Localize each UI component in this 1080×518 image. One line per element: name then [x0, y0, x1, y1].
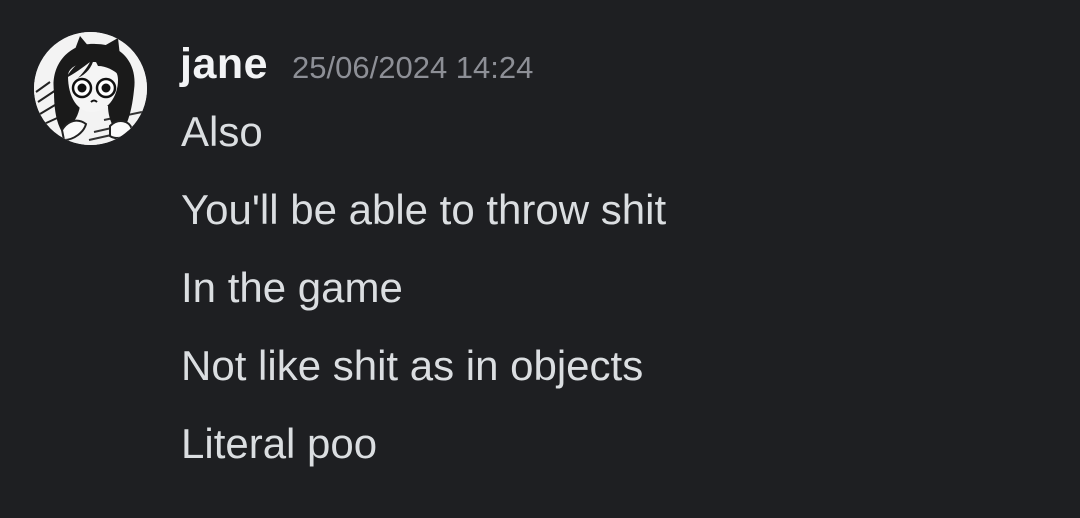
message-line: Literal poo [181, 420, 378, 467]
username[interactable]: jane [180, 40, 268, 89]
message-line: Also [181, 108, 263, 155]
avatar[interactable] [34, 32, 147, 145]
message-line: Not like shit as in objects [181, 342, 644, 389]
message-line: You'll be able to throw shit [181, 186, 667, 233]
message-header: jane 25/06/2024 14:24 [180, 40, 533, 89]
message-content: Also You'll be able to throw shit In the… [181, 106, 666, 496]
timestamp: 25/06/2024 14:24 [292, 50, 534, 85]
message-line: In the game [181, 264, 403, 311]
chat-view: jane 25/06/2024 14:24 Also You'll be abl… [0, 0, 1080, 518]
avatar-cat-girl-icon [34, 32, 147, 145]
